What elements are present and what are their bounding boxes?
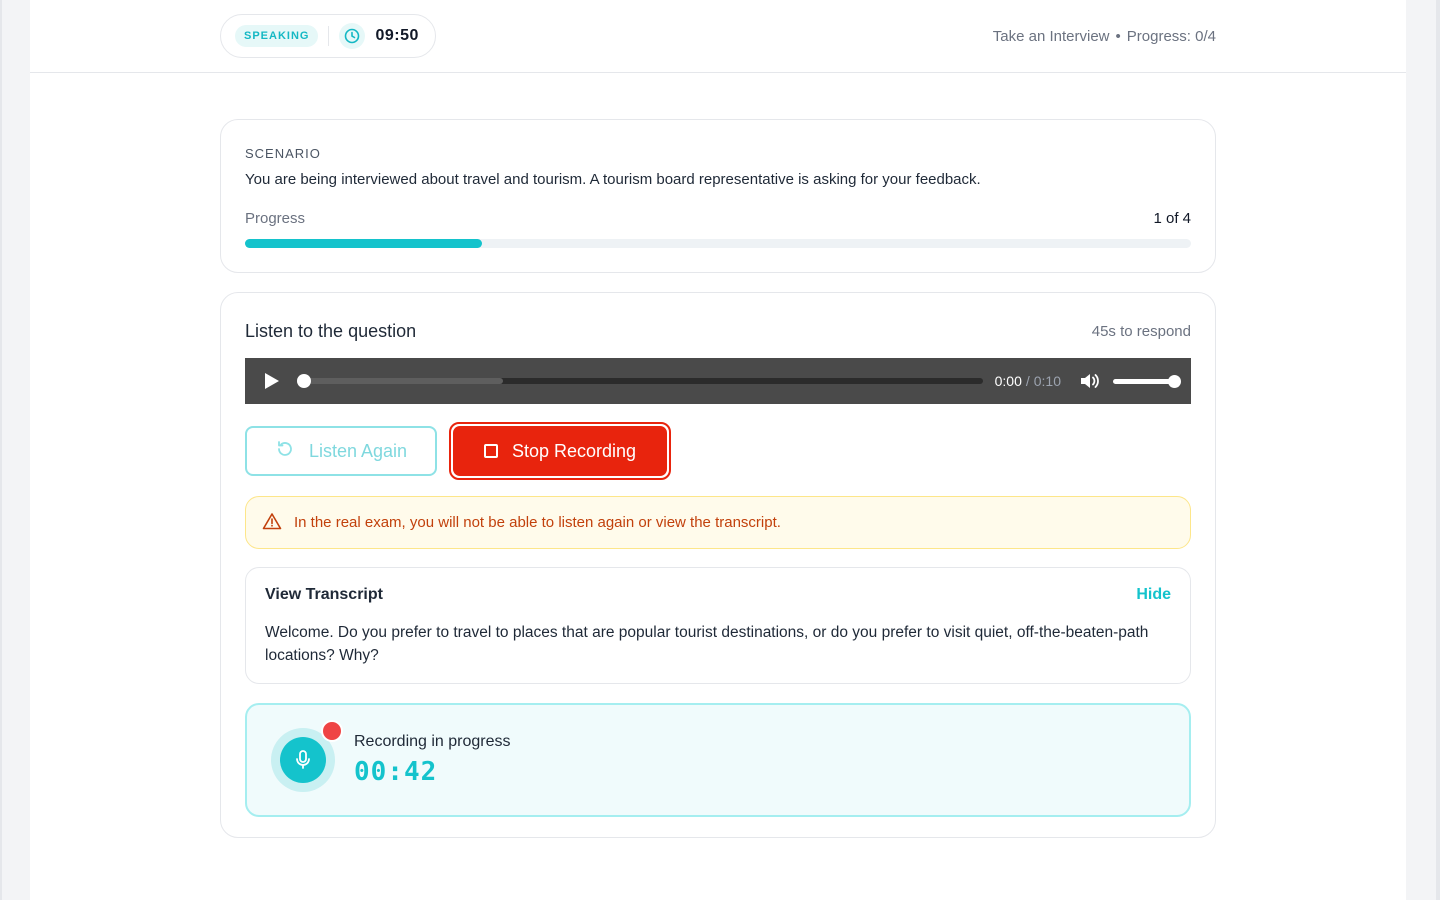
stop-recording-focus-ring: Stop Recording [449, 422, 671, 480]
window-edge-left [0, 0, 2, 900]
stop-recording-label: Stop Recording [511, 440, 637, 461]
audio-duration: 0:10 [1033, 373, 1061, 389]
transcript-header: View Transcript Hide [265, 586, 1171, 604]
recording-info: Recording in progress 00:42 [354, 733, 511, 787]
progress-count: 1 of 4 [1153, 210, 1191, 227]
microphone-icon [280, 737, 326, 783]
hide-transcript-button[interactable]: Hide [1136, 586, 1171, 604]
warning-text: In the real exam, you will not be able t… [294, 514, 781, 531]
question-title: Listen to the question [245, 321, 417, 341]
action-buttons: Listen Again Stop Recording [245, 422, 1191, 480]
clock-icon [339, 23, 366, 49]
top-bar: SPEAKING 09:50 Take an Interview • Progres… [30, 0, 1406, 73]
volume-icon[interactable] [1079, 372, 1101, 390]
audio-current-time: 0:00 [994, 373, 1022, 389]
task-progress: Take an Interview • Progress: 0/4 [993, 28, 1216, 45]
audio-buffered [297, 378, 503, 384]
transcript-title: View Transcript [265, 586, 383, 603]
listen-again-button[interactable]: Listen Again [245, 426, 437, 476]
audio-seek-bar[interactable] [297, 374, 983, 388]
seek-handle[interactable] [297, 374, 311, 388]
progress-row: Progress 1 of 4 [245, 210, 1191, 227]
recording-dot-icon [321, 720, 343, 742]
section-badge: SPEAKING [235, 25, 319, 47]
volume-slider[interactable] [1113, 374, 1181, 388]
volume-handle[interactable] [1168, 374, 1181, 388]
recording-status: Recording in progress 00:42 [245, 703, 1191, 817]
progress-bar [245, 239, 1191, 248]
warning-triangle-icon [262, 512, 282, 534]
recording-timer: 00:42 [354, 757, 438, 787]
listen-again-label: Listen Again [308, 440, 408, 461]
transcript-text: Welcome. Do you prefer to travel to plac… [265, 624, 1149, 664]
scenario-text: You are being interviewed about travel a… [245, 171, 981, 188]
exam-timer: 09:50 [375, 27, 419, 44]
recording-label: Recording in progress [354, 733, 511, 750]
task-name: Take an Interview [992, 28, 1110, 45]
pill-divider [328, 26, 330, 46]
progress-label: Progress [245, 210, 306, 227]
scenario-label: SCENARIO [245, 146, 321, 161]
task-progress-text: Progress: 0/4 [1126, 28, 1216, 45]
transcript-panel: View Transcript Hide Welcome. Do you pre… [245, 567, 1191, 684]
progress-bar-fill [245, 239, 482, 248]
section-timer-pill: SPEAKING 09:50 [220, 14, 436, 58]
play-icon[interactable] [265, 373, 279, 389]
audio-time-separator: / [1025, 373, 1030, 389]
mic-indicator [271, 720, 343, 792]
question-card: Listen to the question 45s to respond 0:… [220, 292, 1216, 838]
scenario-card: SCENARIO You are being interviewed about… [220, 119, 1216, 273]
window-edge-right [1436, 0, 1440, 900]
stop-square-icon [483, 444, 498, 458]
separator-dot: • [1115, 28, 1121, 45]
stop-recording-button[interactable]: Stop Recording [453, 426, 667, 476]
exam-warning: In the real exam, you will not be able t… [245, 496, 1191, 549]
page: SPEAKING 09:50 Take an Interview • Progres… [30, 0, 1406, 900]
response-time: 45s to respond [1091, 323, 1191, 340]
refresh-icon [275, 439, 295, 464]
audio-player: 0:00 / 0:10 [245, 358, 1191, 404]
question-header: Listen to the question 45s to respond [245, 321, 1191, 342]
